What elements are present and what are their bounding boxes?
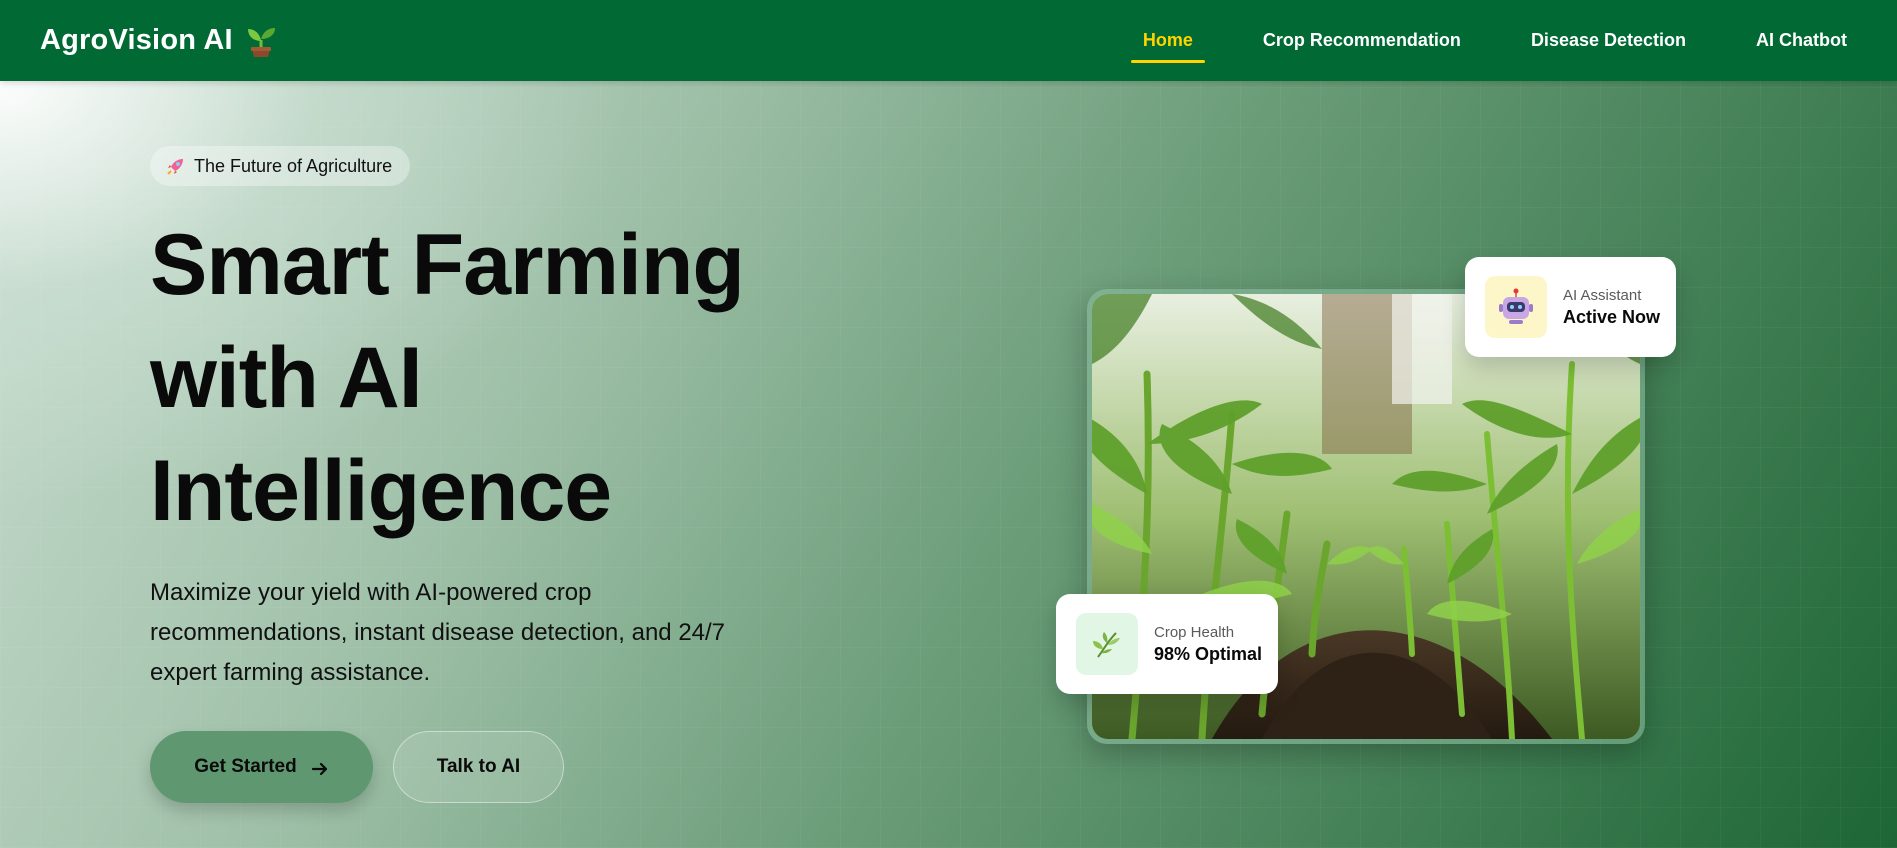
nav-disease-detection[interactable]: Disease Detection [1496,0,1721,81]
hero-description: Maximize your yield with AI-powered crop… [150,579,726,686]
robot-icon [1485,276,1547,338]
rocket-icon [166,156,186,176]
get-started-label: Get Started [194,756,297,777]
talk-to-ai-button[interactable]: Talk to AI [393,731,564,803]
headline-line-2: with AI [150,330,423,426]
health-card-text: Crop Health 98% Optimal [1154,624,1262,665]
get-started-button[interactable]: Get Started [150,731,373,803]
nav-home[interactable]: Home [1108,0,1228,81]
talk-to-ai-label: Talk to AI [436,756,521,777]
hero-section: The Future of Agriculture Smart Farming … [0,81,1897,848]
seedling-icon [245,24,277,58]
herb-icon [1076,613,1138,675]
ai-assistant-card[interactable]: AI Assistant Active Now [1465,257,1676,357]
ai-card-value: Active Now [1563,306,1661,327]
headline-line-3: Intelligence [150,443,612,539]
health-card-value: 98% Optimal [1154,643,1263,664]
navbar: AgroVision AI Home Crop Recommendation D… [0,0,1897,81]
nav-links: Home Crop Recommendation Disease Detecti… [1108,0,1857,81]
health-card-label: Crop Health [1154,623,1235,641]
hero-badge: The Future of Agriculture [150,146,411,186]
arrow-right-icon [311,760,329,776]
crop-health-card[interactable]: Crop Health 98% Optimal [1056,594,1278,694]
hero-headline: Smart Farming with AI Intelligence [150,209,870,548]
hero-badge-text: The Future of Agriculture [194,155,393,176]
ai-card-label: AI Assistant [1563,286,1642,304]
ai-card-text: AI Assistant Active Now [1563,287,1660,328]
nav-ai-chatbot[interactable]: AI Chatbot [1721,0,1857,81]
nav-crop-recommendation[interactable]: Crop Recommendation [1228,0,1496,81]
headline-line-1: Smart Farming [150,217,745,313]
brand-logo[interactable]: AgroVision AI [40,24,277,58]
brand-name: AgroVision AI [40,24,233,56]
